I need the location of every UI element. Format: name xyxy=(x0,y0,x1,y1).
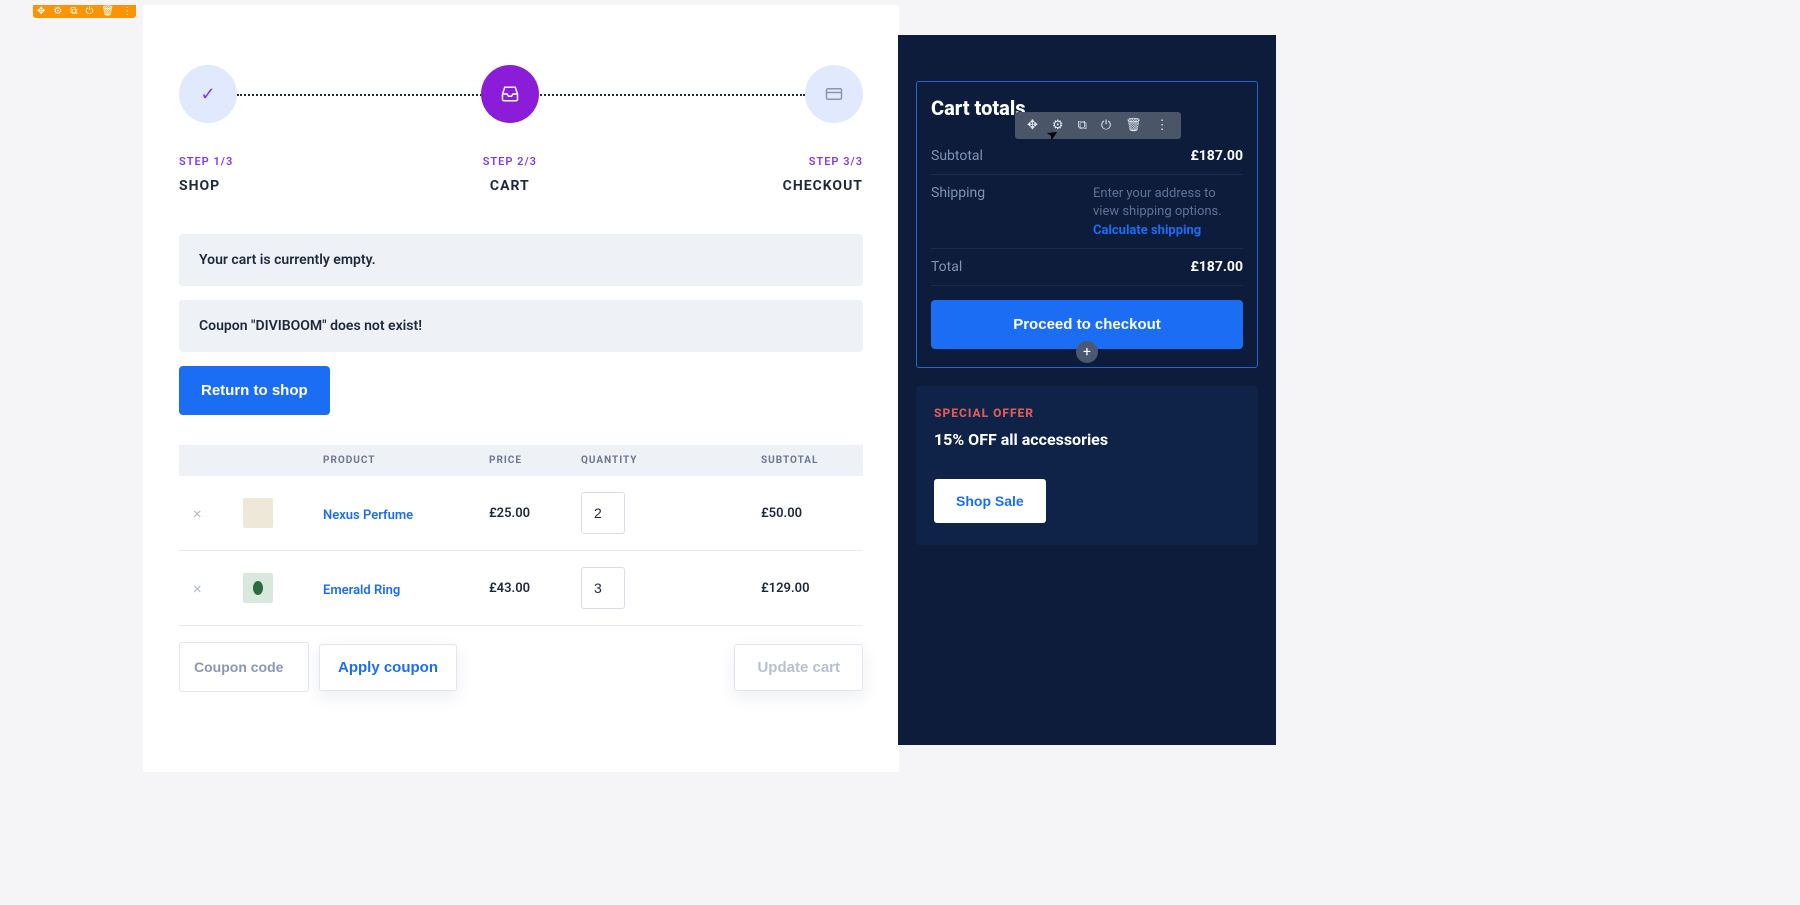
total-row: Total £187.00 xyxy=(931,249,1243,286)
remove-item-button[interactable]: × xyxy=(193,579,202,598)
power-icon[interactable]: ⏻ xyxy=(1101,118,1111,133)
header-subtotal: SUBTOTAL xyxy=(761,455,849,466)
step-number: STEP 3/3 xyxy=(809,155,863,168)
power-icon[interactable]: ⏻ xyxy=(86,6,94,17)
calculate-shipping-link[interactable]: Calculate shipping xyxy=(1093,223,1243,238)
notice-coupon-error: Coupon "DIVIBOOM" does not exist! xyxy=(179,300,863,352)
cart-table: PRODUCT PRICE QUANTITY SUBTOTAL × Nexus … xyxy=(179,445,863,692)
header-quantity: QUANTITY xyxy=(581,455,761,466)
product-link[interactable]: Emerald Ring xyxy=(323,583,400,598)
subtotal-value: £187.00 xyxy=(1190,148,1243,164)
header-product: PRODUCT xyxy=(323,455,489,466)
special-offer-module: SPECIAL OFFER 15% OFF all accessories Sh… xyxy=(916,386,1258,545)
check-icon: ✓ xyxy=(179,65,237,123)
more-icon[interactable]: ⋮ xyxy=(122,6,132,17)
checkout-steps: ✓ STEP 1/3 SHOP STEP 2/3 CART STEP 3/3 C… xyxy=(179,65,863,194)
shipping-message: Enter your address to view shipping opti… xyxy=(1093,185,1243,221)
cart-sidebar: Cart totals Subtotal £187.00 Shipping En… xyxy=(898,35,1276,745)
shop-sale-button[interactable]: Shop Sale xyxy=(934,479,1046,523)
offer-headline: 15% OFF all accessories xyxy=(934,430,1240,449)
card-icon xyxy=(805,65,863,123)
gear-icon[interactable]: ⚙ xyxy=(53,6,62,17)
table-row: × Emerald Ring £43.00 £129.00 xyxy=(179,551,863,626)
step-label: SHOP xyxy=(179,178,220,194)
total-value: £187.00 xyxy=(1190,259,1243,275)
shipping-label: Shipping xyxy=(931,185,985,238)
trash-icon[interactable]: 🗑 xyxy=(1125,118,1142,133)
update-cart-button[interactable]: Update cart xyxy=(734,644,863,691)
item-subtotal: £50.00 xyxy=(761,506,849,521)
offer-tag: SPECIAL OFFER xyxy=(934,406,1240,420)
duplicate-icon[interactable]: ⧉ xyxy=(70,6,77,17)
cart-main-panel: ✓ STEP 1/3 SHOP STEP 2/3 CART STEP 3/3 C… xyxy=(143,5,899,772)
product-link[interactable]: Nexus Perfume xyxy=(323,508,413,523)
quantity-input[interactable] xyxy=(581,492,625,534)
step-shop[interactable]: ✓ STEP 1/3 SHOP xyxy=(179,65,237,194)
step-checkout[interactable]: STEP 3/3 CHECKOUT xyxy=(783,65,863,194)
item-price: £25.00 xyxy=(489,506,581,521)
module-toolbar-orange[interactable]: ✥ ⚙ ⧉ ⏻ 🗑 ⋮ xyxy=(33,5,136,18)
notice-empty-cart: Your cart is currently empty. xyxy=(179,234,863,286)
shipping-row: Shipping Enter your address to view ship… xyxy=(931,175,1243,249)
move-icon[interactable]: ✥ xyxy=(1027,118,1038,133)
remove-item-button[interactable]: × xyxy=(193,504,202,523)
subtotal-row: Subtotal £187.00 xyxy=(931,138,1243,175)
subtotal-label: Subtotal xyxy=(931,148,983,164)
inbox-icon xyxy=(481,65,539,123)
item-price: £43.00 xyxy=(489,581,581,596)
step-label: CHECKOUT xyxy=(783,178,863,194)
trash-icon[interactable]: 🗑 xyxy=(101,6,114,17)
quantity-input[interactable] xyxy=(581,567,625,609)
table-row: × Nexus Perfume £25.00 £50.00 xyxy=(179,476,863,551)
module-toolbar-dark[interactable]: ✥ ⚙ ⧉ ⏻ 🗑 ⋮ xyxy=(1015,112,1181,139)
coupon-row: Apply coupon Update cart xyxy=(179,642,863,692)
return-to-shop-button[interactable]: Return to shop xyxy=(179,366,330,415)
item-subtotal: £129.00 xyxy=(761,581,849,596)
duplicate-icon[interactable]: ⧉ xyxy=(1078,118,1087,133)
coupon-code-input[interactable] xyxy=(179,642,309,692)
step-cart[interactable]: STEP 2/3 CART xyxy=(481,65,539,194)
header-price: PRICE xyxy=(489,455,581,466)
step-number: STEP 2/3 xyxy=(483,155,537,168)
step-label: CART xyxy=(490,178,530,194)
product-thumbnail[interactable] xyxy=(243,498,273,528)
apply-coupon-button[interactable]: Apply coupon xyxy=(319,644,457,691)
product-thumbnail[interactable] xyxy=(243,573,273,603)
cart-header-row: PRODUCT PRICE QUANTITY SUBTOTAL xyxy=(179,445,863,476)
step-number: STEP 1/3 xyxy=(179,155,233,168)
add-module-button[interactable]: + xyxy=(1076,341,1098,363)
total-label: Total xyxy=(931,259,962,275)
more-icon[interactable]: ⋮ xyxy=(1156,118,1169,133)
move-icon[interactable]: ✥ xyxy=(37,6,45,17)
